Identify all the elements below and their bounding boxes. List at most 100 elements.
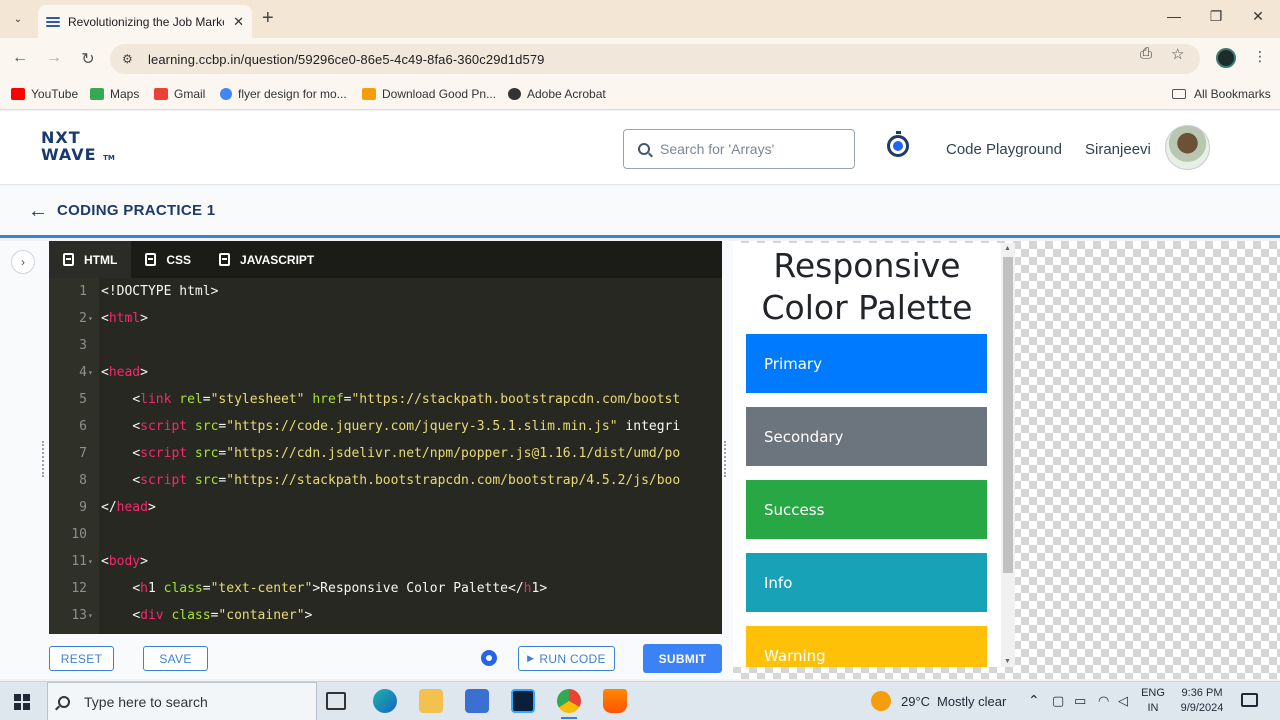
reload-icon[interactable]: ↻ bbox=[78, 49, 98, 69]
code-playground-link[interactable]: Code Playground bbox=[946, 141, 1062, 158]
tab-css[interactable]: CSS bbox=[131, 241, 205, 278]
search-icon bbox=[638, 143, 650, 155]
search-input[interactable] bbox=[660, 141, 850, 157]
swatch-label: Success bbox=[764, 500, 825, 519]
volume-icon[interactable]: ◁ bbox=[1118, 693, 1128, 709]
minimize-button[interactable]: — bbox=[1164, 8, 1184, 24]
all-bookmarks-button[interactable]: All Bookmarks bbox=[1172, 87, 1271, 101]
tab-close-icon[interactable]: ✕ bbox=[233, 14, 244, 30]
line-number: 7 bbox=[79, 446, 87, 461]
fold-toggle-icon[interactable]: ▾ bbox=[88, 359, 93, 386]
taskbar-search[interactable]: Type here to search bbox=[47, 682, 317, 720]
bookmark-youtube[interactable]: YouTube bbox=[11, 87, 78, 101]
forward-icon[interactable]: → bbox=[44, 49, 64, 67]
browser-tab[interactable]: Revolutionizing the Job Market ✕ bbox=[38, 5, 252, 38]
username[interactable]: Siranjeevi bbox=[1085, 141, 1151, 158]
bookmark-star-icon[interactable]: ☆ bbox=[1171, 45, 1184, 63]
code-line[interactable]: 9 </head> bbox=[49, 494, 722, 521]
close-window-button[interactable]: ✕ bbox=[1248, 8, 1268, 25]
avatar[interactable] bbox=[1165, 125, 1210, 170]
fold-toggle-icon[interactable]: ▾ bbox=[88, 602, 93, 629]
run-code-button[interactable]: ▶ RUN CODE bbox=[518, 646, 615, 671]
code-line[interactable]: 7 <script src="https://cdn.jsdelivr.net/… bbox=[49, 440, 722, 467]
split-resize-handle[interactable] bbox=[724, 441, 728, 477]
scroll-thumb[interactable] bbox=[1003, 257, 1013, 573]
swatch-label: Secondary bbox=[764, 427, 844, 446]
preview-frame[interactable]: Responsive Color Palette Primary Seconda… bbox=[733, 243, 1015, 667]
code-line[interactable]: 1 <!DOCTYPE html> bbox=[49, 278, 722, 305]
tab-html[interactable]: HTML bbox=[49, 241, 132, 278]
install-app-icon[interactable]: ⎙ bbox=[1140, 45, 1152, 62]
file-explorer-icon[interactable] bbox=[419, 689, 443, 713]
notifications-icon[interactable] bbox=[1241, 693, 1258, 707]
search-box[interactable] bbox=[623, 129, 855, 169]
scroll-up-icon[interactable]: ▲ bbox=[1004, 245, 1011, 252]
code-line[interactable]: 4 ▾ <head> bbox=[49, 359, 722, 386]
bookmark-adobe-acrobat[interactable]: Adobe Acrobat bbox=[508, 87, 606, 101]
workspace: › HTML CSS JAVASCRIPT 1 <!DOCTYPE html> 2 ▾… bbox=[0, 241, 1280, 679]
code-line[interactable]: 2 ▾ <html> bbox=[49, 305, 722, 332]
temperature[interactable]: 29°C bbox=[901, 694, 930, 709]
code-area[interactable]: 1 <!DOCTYPE html> 2 ▾ <html> 3 4 ▾ <head> 5 <link… bbox=[49, 278, 722, 634]
edge-icon[interactable] bbox=[373, 689, 397, 713]
run-code-label: RUN CODE bbox=[539, 651, 606, 666]
windows-start-icon[interactable] bbox=[14, 694, 30, 710]
google-icon bbox=[220, 88, 232, 100]
weather-condition[interactable]: Mostly clear bbox=[937, 694, 1006, 709]
tab-label: HTML bbox=[84, 252, 118, 267]
tab-title: Revolutionizing the Job Market bbox=[68, 14, 224, 29]
restore-button[interactable]: ❐ bbox=[1206, 8, 1226, 25]
back-arrow-icon[interactable]: ← bbox=[28, 200, 48, 223]
code-line[interactable]: 6 <script src="https://code.jquery.com/j… bbox=[49, 413, 722, 440]
code-line[interactable]: 13 ▾ <div class="container"> bbox=[49, 602, 722, 629]
code-line[interactable]: 11 ▾ <body> bbox=[49, 548, 722, 575]
bookmark-download-png[interactable]: Download Good Pn... bbox=[362, 87, 496, 101]
back-icon[interactable]: ← bbox=[10, 49, 30, 67]
language-indicator[interactable]: ENG IN bbox=[1140, 686, 1166, 716]
swatch-label: Info bbox=[764, 573, 793, 592]
battery-icon[interactable]: ▭ bbox=[1074, 693, 1086, 709]
submit-button[interactable]: SUBMIT bbox=[643, 644, 722, 673]
nxtwave-logo[interactable]: NXT WAVE TM bbox=[41, 129, 115, 167]
tab-javascript[interactable]: JAVASCRIPT bbox=[205, 241, 328, 278]
code-line[interactable]: 3 bbox=[49, 332, 722, 359]
settings-gear-icon[interactable] bbox=[481, 650, 497, 666]
scroll-down-icon[interactable]: ▼ bbox=[1004, 658, 1011, 665]
fold-toggle-icon[interactable]: ▾ bbox=[88, 305, 93, 332]
omnibox[interactable]: ⚙ learning.ccbp.in/question/59296ce0-86e… bbox=[110, 44, 1200, 74]
region-code: IN bbox=[1147, 702, 1159, 714]
show-hidden-icons-icon[interactable]: ⌃ bbox=[1028, 692, 1040, 709]
preview-scrollbar[interactable]: ▲ ▼ bbox=[1001, 243, 1015, 667]
bookmark-maps[interactable]: Maps bbox=[90, 87, 139, 101]
reset-button[interactable]: RESET bbox=[49, 646, 114, 671]
wifi-icon[interactable]: ◠ bbox=[1098, 693, 1109, 709]
vlc-icon[interactable] bbox=[603, 689, 627, 713]
code-line[interactable]: 12 <h1 class="text-center">Responsive Co… bbox=[49, 575, 722, 602]
store-icon[interactable] bbox=[465, 689, 489, 713]
swatch-secondary: Secondary bbox=[746, 407, 987, 466]
save-button[interactable]: SAVE bbox=[143, 646, 208, 671]
task-view-icon[interactable] bbox=[326, 692, 346, 710]
expand-sidebar-button[interactable]: › bbox=[11, 250, 35, 274]
url-text[interactable]: learning.ccbp.in/question/59296ce0-86e5-… bbox=[148, 52, 545, 67]
clock[interactable]: 9:36 PM 9/9/2024 bbox=[1174, 686, 1230, 716]
fold-toggle-icon[interactable]: ▾ bbox=[88, 548, 93, 575]
new-tab-button[interactable]: + bbox=[262, 8, 274, 28]
weather-moon-icon[interactable] bbox=[871, 691, 891, 711]
code-line[interactable]: 8 <script src="https://stackpath.bootstr… bbox=[49, 467, 722, 494]
meet-now-icon[interactable]: ▢ bbox=[1052, 693, 1064, 709]
code-line[interactable]: 5 <link rel="stylesheet" href="https://s… bbox=[49, 386, 722, 413]
browser-menu-icon[interactable]: ⋮ bbox=[1253, 48, 1267, 65]
swatch-warning: Warning bbox=[746, 626, 987, 667]
site-info-icon[interactable]: ⚙ bbox=[122, 52, 138, 66]
photoshop-icon[interactable] bbox=[511, 689, 535, 713]
tab-search-chevron-icon[interactable]: ⌄ bbox=[6, 7, 30, 31]
chrome-icon[interactable] bbox=[557, 689, 581, 719]
left-resize-handle[interactable] bbox=[42, 441, 46, 477]
stopwatch-icon[interactable] bbox=[887, 131, 909, 157]
code-line[interactable]: 10 bbox=[49, 521, 722, 548]
profile-avatar-icon[interactable] bbox=[1216, 48, 1236, 68]
bookmark-gmail[interactable]: Gmail bbox=[154, 87, 205, 101]
bookmark-flyer-design[interactable]: flyer design for mo... bbox=[220, 87, 347, 101]
line-number: 9 bbox=[79, 500, 87, 515]
